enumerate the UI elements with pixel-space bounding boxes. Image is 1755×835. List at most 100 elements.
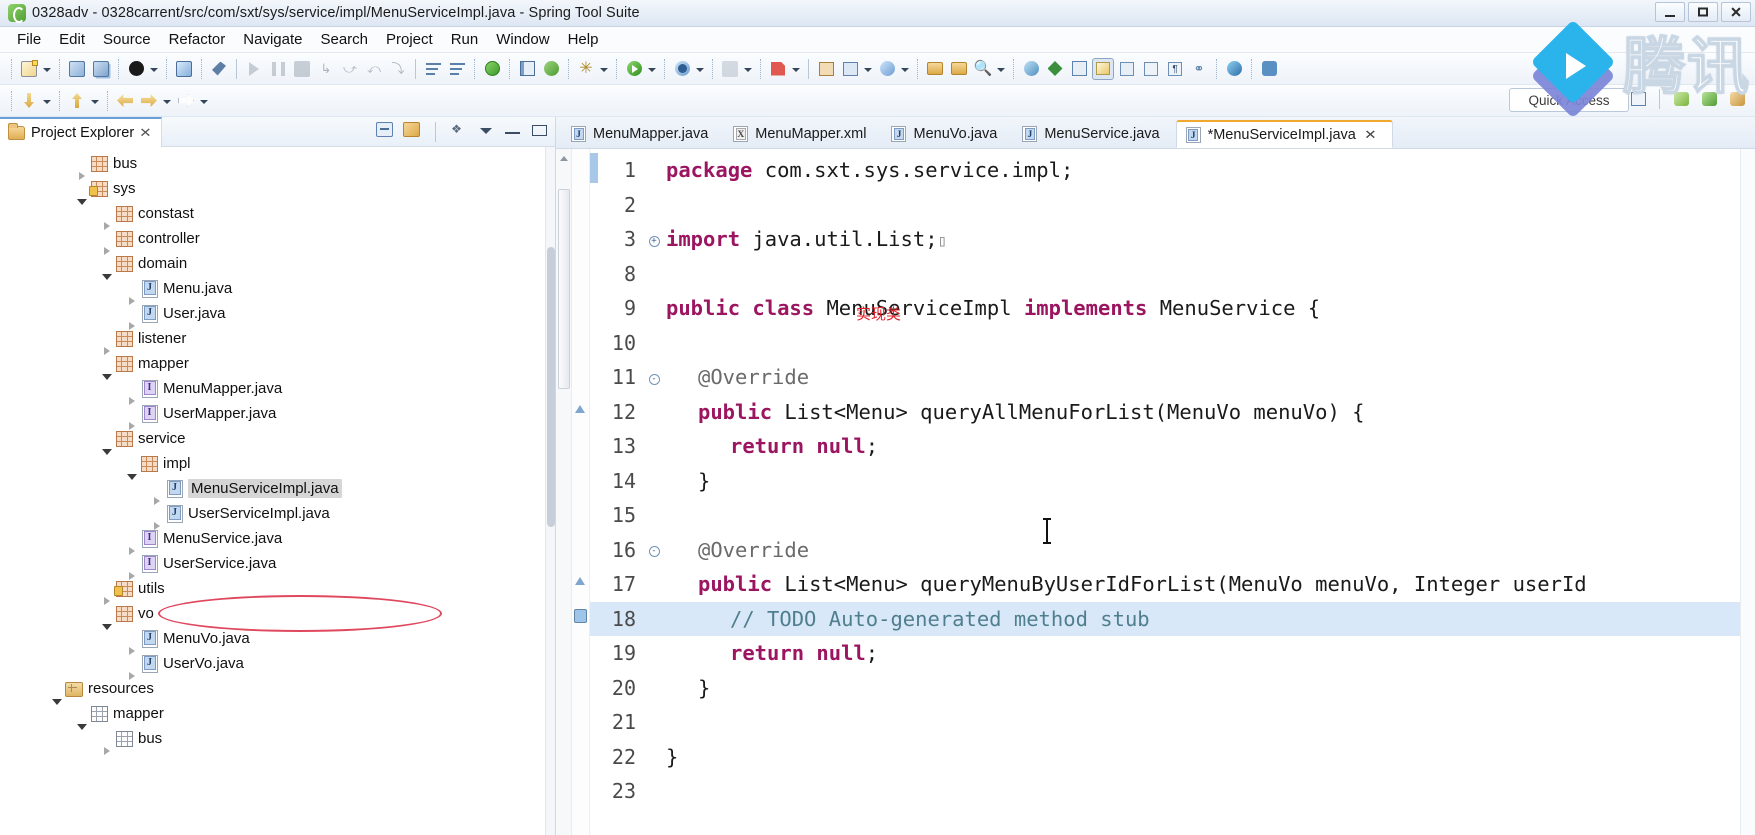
maximize-view-icon[interactable]: [530, 122, 549, 141]
console-toggle-icon[interactable]: [516, 58, 538, 80]
explorer-scrollbar[interactable]: [545, 147, 555, 835]
close-icon[interactable]: ✕: [1364, 127, 1377, 143]
code-line-16[interactable]: 16- @Override: [590, 533, 1740, 568]
project-explorer-tab[interactable]: Project Explorer ✕: [0, 116, 163, 147]
code-line-11[interactable]: 11- @Override: [590, 360, 1740, 395]
menu-search[interactable]: Search: [311, 29, 377, 50]
link-with-editor-icon[interactable]: [403, 122, 422, 141]
code-line-20[interactable]: 20}: [590, 671, 1740, 706]
tree-item-mapper[interactable]: mapper: [0, 351, 555, 380]
pilcrow-icon[interactable]: ¶: [1164, 58, 1186, 80]
code-line-9[interactable]: 9 public class MenuServiceImpl implements…: [590, 291, 1740, 326]
tree-item-vo[interactable]: vo: [0, 601, 555, 630]
back-down-icon[interactable]: [18, 90, 40, 112]
new-dropdown-arrow[interactable]: [41, 58, 52, 80]
stop-icon[interactable]: [291, 58, 313, 80]
forward-up-icon[interactable]: [66, 90, 88, 112]
tree-item-listener[interactable]: listener: [0, 326, 555, 355]
editor-scrollbar-thumb[interactable]: [558, 189, 570, 389]
code-lines[interactable]: 1 package com.sxt.sys.service.impl; 2 3 + imp…: [590, 149, 1740, 835]
tree-item-utils[interactable]: utils: [0, 576, 555, 605]
open-perspective-icon[interactable]: [1627, 88, 1649, 110]
menu-source[interactable]: Source: [94, 29, 160, 50]
view-menu-icon[interactable]: [476, 122, 495, 141]
menu-file[interactable]: File: [8, 29, 50, 50]
editor-tab-menumapperjava[interactable]: J MenuMapper.java: [562, 120, 724, 148]
tree-item-resources[interactable]: resources: [0, 676, 555, 705]
maximize-button[interactable]: [1688, 2, 1718, 22]
pilcrow-box-icon[interactable]: [1068, 58, 1090, 80]
minimize-button[interactable]: [1655, 2, 1685, 22]
run-icon[interactable]: [623, 58, 645, 80]
debug-icon[interactable]: [671, 58, 693, 80]
menu-project[interactable]: Project: [377, 29, 442, 50]
tree-item-menuvo-java[interactable]: MenuVo.java: [0, 626, 555, 655]
open-type-icon[interactable]: [173, 58, 195, 80]
tree-item-menuserviceimpl-java[interactable]: MenuServiceImpl.java: [0, 476, 555, 505]
new-package-dropdown-arrow[interactable]: [862, 58, 873, 80]
forward-up-dropdown-arrow[interactable]: [89, 90, 100, 112]
new-wizard-icon[interactable]: [18, 58, 40, 80]
team-sync-icon[interactable]: ⚭: [1188, 58, 1210, 80]
code-line-2[interactable]: 2: [590, 188, 1740, 223]
tree-item-userserviceimpl-java[interactable]: UserServiceImpl.java: [0, 501, 555, 530]
profile-icon[interactable]: [767, 58, 789, 80]
tree-item-userservice-java[interactable]: UserService.java: [0, 551, 555, 580]
java-perspective-icon[interactable]: [125, 58, 147, 80]
external-tools-icon[interactable]: [719, 58, 741, 80]
code-line-18[interactable]: 18 // TODO Auto-generated method stub: [590, 601, 1740, 636]
scroll-up-icon[interactable]: [560, 156, 568, 161]
coverage-icon[interactable]: [481, 58, 503, 80]
build-dropdown-arrow[interactable]: [598, 58, 609, 80]
menu-help[interactable]: Help: [559, 29, 608, 50]
link-editor-icon[interactable]: [208, 58, 230, 80]
pause-icon[interactable]: [267, 58, 289, 80]
spring-perspective-icon[interactable]: [1698, 88, 1720, 110]
new-class-icon[interactable]: [876, 58, 898, 80]
forward-nav-icon[interactable]: [138, 90, 160, 112]
tree-item-mapper[interactable]: mapper: [0, 701, 555, 730]
tree-item-service[interactable]: service: [0, 426, 555, 455]
code-line-8[interactable]: 8: [590, 257, 1740, 292]
profile-dropdown-arrow[interactable]: [790, 58, 801, 80]
code-line-3[interactable]: 3 + import java.util.List;▯: [590, 222, 1740, 257]
fold-toggle-icon[interactable]: +: [646, 232, 662, 247]
editor-tab-menuservicejava[interactable]: J MenuService.java: [1013, 120, 1175, 148]
open-file-icon[interactable]: [924, 58, 946, 80]
tree-item-sys[interactable]: sys: [0, 176, 555, 205]
step-over-icon[interactable]: ⤻: [339, 58, 361, 80]
next-edit-dropdown-arrow[interactable]: [198, 90, 209, 112]
close-button[interactable]: [1721, 2, 1751, 22]
collapse-all-icon[interactable]: [376, 122, 395, 141]
code-editor[interactable]: 1 package com.sxt.sys.service.impl; 2 3 + imp…: [556, 149, 1755, 835]
previous-annotation-icon[interactable]: [446, 58, 468, 80]
code-line-23[interactable]: 23: [590, 774, 1740, 809]
back-down-dropdown-arrow[interactable]: [41, 90, 52, 112]
code-line-14[interactable]: 14}: [590, 464, 1740, 499]
highlight-editor-icon[interactable]: [1092, 57, 1114, 80]
code-line-12[interactable]: 12 public List<Menu> queryAllMenuForList(…: [590, 395, 1740, 430]
menu-window[interactable]: Window: [487, 29, 558, 50]
drop-to-frame-icon[interactable]: ⤵: [387, 58, 409, 80]
search-dropdown-arrow[interactable]: [995, 58, 1006, 80]
code-line-13[interactable]: 13 return null;: [590, 429, 1740, 464]
editor-tab-menuserviceimpljava[interactable]: J *MenuServiceImpl.java ✕: [1175, 120, 1393, 148]
save-icon[interactable]: [66, 58, 88, 80]
globe-icon[interactable]: [1020, 58, 1042, 80]
code-line-17[interactable]: 17 public List<Menu> queryMenuByUserIdFor…: [590, 567, 1740, 602]
step-into-icon[interactable]: ↳: [315, 58, 337, 80]
focus-on-active-task-icon[interactable]: ❖: [449, 122, 468, 141]
search-icon[interactable]: 🔍: [972, 58, 994, 80]
spring-boot-icon[interactable]: [540, 58, 562, 80]
editor-tab-menuvojava[interactable]: J MenuVo.java: [882, 120, 1013, 148]
tree-item-bus[interactable]: bus: [0, 151, 555, 180]
code-line-1[interactable]: 1 package com.sxt.sys.service.impl;: [590, 153, 1740, 188]
editor-overview-ruler[interactable]: [1740, 149, 1755, 835]
project-tree[interactable]: bus sysconstast controller domain Menu.java U…: [0, 147, 555, 835]
menu-navigate[interactable]: Navigate: [234, 29, 311, 50]
java-perspective-small-icon[interactable]: [1726, 88, 1748, 110]
outline-box-icon[interactable]: [1140, 58, 1162, 80]
tree-item-menuservice-java[interactable]: MenuService.java: [0, 526, 555, 555]
quick-access-input[interactable]: Quick Access: [1509, 88, 1629, 112]
editor-left-ruler[interactable]: [556, 149, 572, 835]
